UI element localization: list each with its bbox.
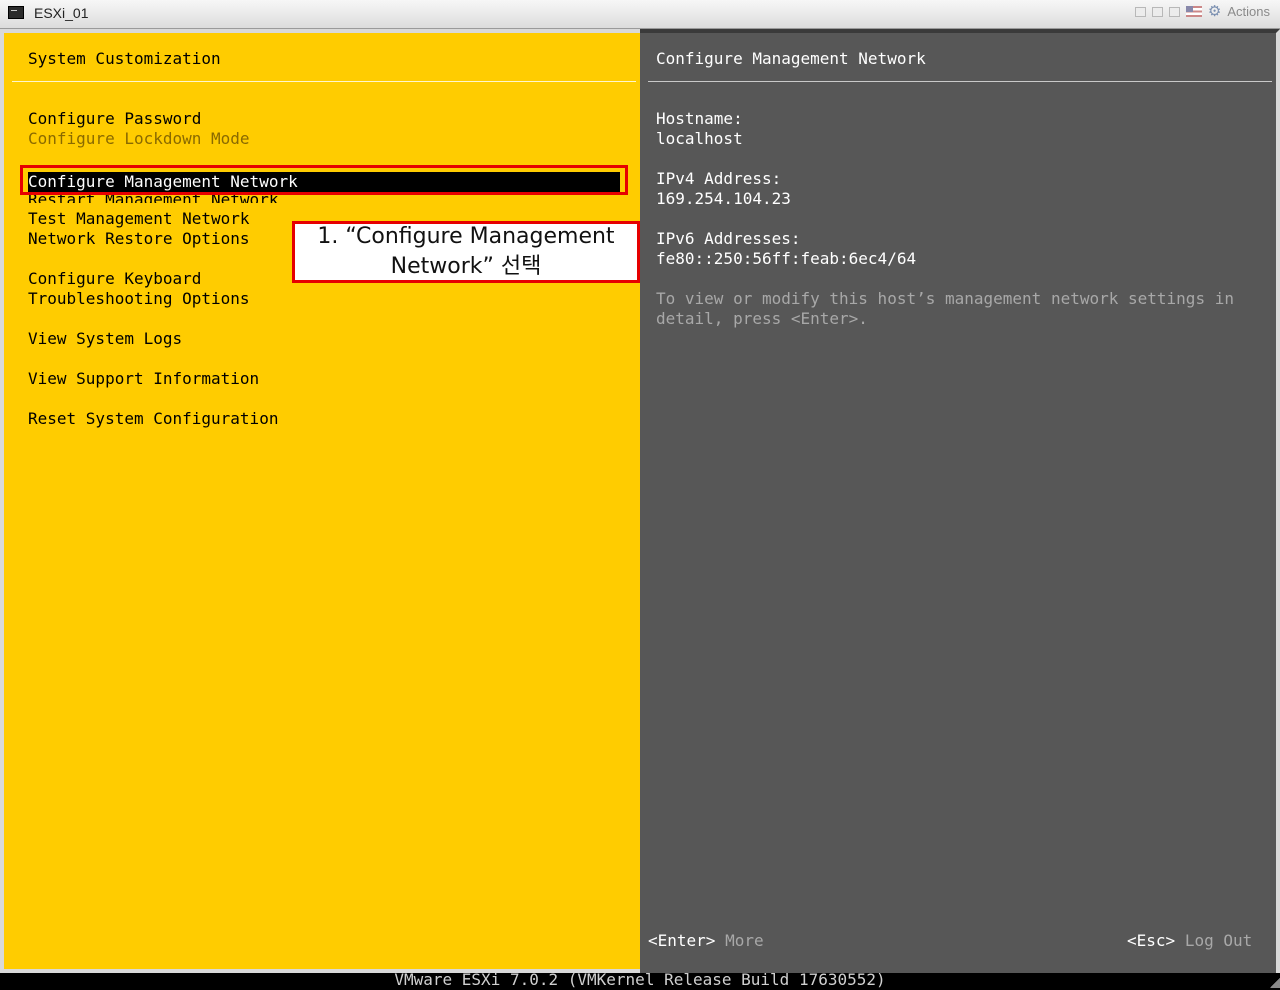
minimize-icon[interactable] (1134, 6, 1146, 17)
window-controls: ⚙ Actions (1134, 4, 1270, 19)
hostname-label: Hostname: (656, 109, 743, 128)
menu-item-view-system-logs[interactable]: View System Logs (28, 329, 182, 349)
logout-action: Log Out (1184, 931, 1253, 950)
esxi-console[interactable]: System Customization Configure Password … (0, 29, 1280, 973)
menu-item-configure-password[interactable]: Configure Password (28, 109, 201, 129)
help-text-line-1: To view or modify this host’s management… (656, 289, 1234, 308)
system-customization-panel: System Customization Configure Password … (0, 29, 640, 973)
maximize-icon[interactable] (1168, 6, 1180, 17)
detail-divider (648, 81, 1272, 82)
actions-menu-button[interactable]: Actions (1227, 4, 1270, 19)
menu-item-network-restore-options[interactable]: Network Restore Options (28, 229, 250, 249)
detail-header: Configure Management Network (656, 49, 926, 68)
header-divider (12, 81, 636, 82)
enter-key: <Enter> (648, 931, 716, 950)
window-titlebar: ESXi_01 ⚙ Actions (0, 0, 1280, 29)
menu-item-test-management-network[interactable]: Test Management Network (28, 209, 250, 229)
window-title: ESXi_01 (34, 5, 89, 21)
menu-item-view-support-information[interactable]: View Support Information (28, 369, 259, 389)
esc-logout-hint[interactable]: <Esc> Log Out (1127, 931, 1252, 951)
help-text-line-2: detail, press <Enter>. (656, 309, 868, 328)
selection-highlight-annotation (20, 165, 628, 195)
menu-item-configure-lockdown-mode[interactable]: Configure Lockdown Mode (28, 129, 250, 149)
gear-icon[interactable]: ⚙ (1208, 4, 1221, 19)
menu-item-configure-keyboard[interactable]: Configure Keyboard (28, 269, 201, 289)
menu-item-troubleshooting-options[interactable]: Troubleshooting Options (28, 289, 250, 309)
status-bar: VMware ESXi 7.0.2 (VMKernel Release Buil… (0, 970, 1280, 989)
console-icon (8, 6, 24, 19)
detail-panel: Configure Management Network Hostname: l… (640, 29, 1280, 973)
keyboard-layout-flag-icon[interactable] (1185, 6, 1202, 17)
esxi-version-text: VMware ESXi 7.0.2 (VMKernel Release Buil… (394, 970, 886, 989)
ipv4-label: IPv4 Address: (656, 169, 782, 188)
restore-icon[interactable] (1151, 6, 1163, 17)
enter-more-hint[interactable]: <Enter> More (648, 931, 764, 951)
ipv4-value: 169.254.104.23 (656, 189, 791, 208)
resize-grip-icon[interactable] (1270, 978, 1280, 988)
panel-header: System Customization (28, 49, 221, 68)
esc-key: <Esc> (1127, 931, 1176, 950)
more-action: More (725, 931, 764, 950)
ipv6-label: IPv6 Addresses: (656, 229, 801, 248)
hostname-value: localhost (656, 129, 743, 148)
ipv6-value: fe80::250:56ff:feab:6ec4/64 (656, 249, 917, 268)
instruction-callout: 1. “Configure Management Network” 선택 (292, 221, 640, 283)
menu-item-reset-system-configuration[interactable]: Reset System Configuration (28, 409, 278, 429)
